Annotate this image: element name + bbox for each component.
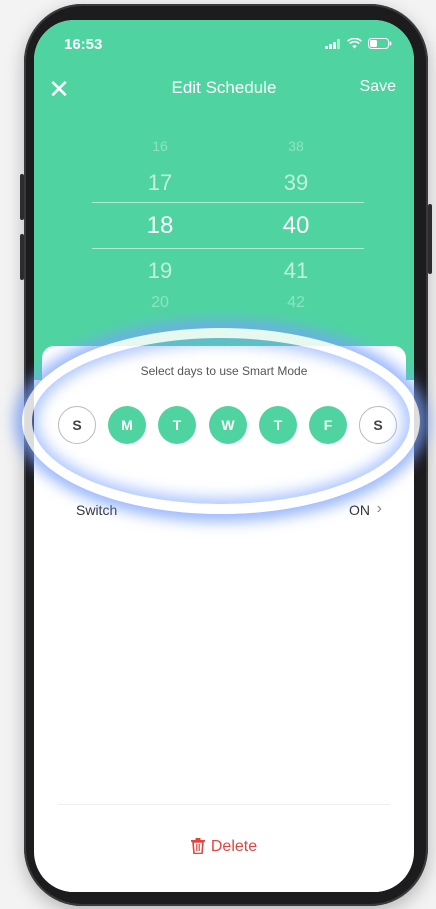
delete-button[interactable]: Delete <box>34 838 414 856</box>
app-screen: 16:53 ✕ Edit Schedule Save 16 17 18 19 2… <box>34 20 414 892</box>
status-icons <box>325 38 392 49</box>
schedule-card: Select days to use Smart Mode S M T W T … <box>42 346 406 892</box>
day-tuesday[interactable]: T <box>158 406 196 444</box>
day-wednesday[interactable]: W <box>209 406 247 444</box>
time-picker[interactable]: 16 17 18 19 20 38 39 40 41 42 <box>34 132 414 312</box>
delete-label: Delete <box>210 838 258 855</box>
hour-option[interactable]: 17 <box>120 170 200 196</box>
minute-option[interactable]: 42 <box>256 294 336 312</box>
picker-top-line <box>92 202 364 203</box>
day-monday[interactable]: M <box>108 406 146 444</box>
signal-icon <box>325 38 340 49</box>
divider <box>58 804 390 805</box>
hour-option[interactable]: 20 <box>120 294 200 312</box>
status-bar: 16:53 <box>34 20 414 64</box>
days-hint: Select days to use Smart Mode <box>140 364 308 378</box>
volume-up-button <box>20 174 24 220</box>
day-sunday[interactable]: S <box>58 406 96 444</box>
minute-selected[interactable]: 40 <box>256 212 336 240</box>
hour-option[interactable]: 16 <box>120 138 200 154</box>
day-thursday[interactable]: T <box>259 406 297 444</box>
volume-down-button <box>20 234 24 280</box>
switch-value: ON <box>349 502 370 518</box>
picker-bottom-line <box>92 248 364 249</box>
status-time: 16:53 <box>64 36 103 53</box>
hour-option[interactable]: 19 <box>120 258 200 284</box>
nav-bar: ✕ Edit Schedule Save <box>34 70 414 106</box>
wifi-icon <box>347 38 362 49</box>
switch-label: Switch <box>76 502 118 518</box>
day-selector: S M T W T F S <box>58 406 398 446</box>
save-button[interactable]: Save <box>360 78 396 96</box>
day-saturday[interactable]: S <box>359 406 397 444</box>
day-friday[interactable]: F <box>309 406 347 444</box>
switch-row[interactable]: Switch ON › <box>42 496 406 526</box>
power-button <box>428 204 432 274</box>
chevron-right-icon: › <box>376 500 382 517</box>
battery-icon <box>368 38 392 49</box>
page-title: Edit Schedule <box>171 78 277 97</box>
hour-selected[interactable]: 18 <box>120 212 200 240</box>
trash-icon <box>190 838 205 854</box>
minute-option[interactable]: 38 <box>256 138 336 154</box>
minute-option[interactable]: 41 <box>256 258 336 284</box>
minute-option[interactable]: 39 <box>256 170 336 196</box>
